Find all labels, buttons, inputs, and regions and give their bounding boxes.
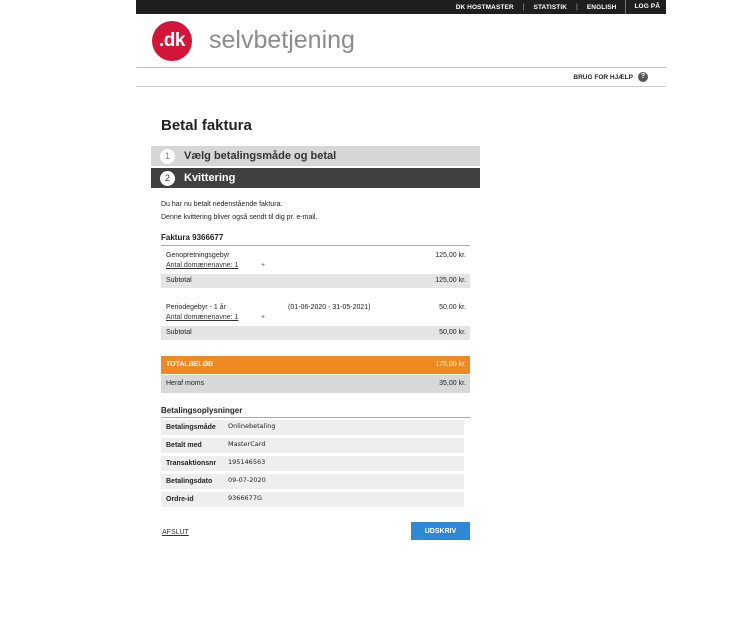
payment-title: Betalingsoplysninger xyxy=(161,406,243,415)
site-name: selvbetjening xyxy=(209,26,355,54)
subtotal-amount: 125,00 kr. xyxy=(435,277,466,284)
info-value: MasterCard xyxy=(228,440,266,448)
vat-amount: 35,00 kr. xyxy=(439,380,466,387)
payment-method-row: Betalingsmåde Onlinebetaling xyxy=(161,420,464,435)
exit-link[interactable]: AFSLUT xyxy=(162,529,189,536)
step-label: Vælg betalingsmåde og betal xyxy=(184,150,337,162)
line-amount: 125,00 kr. xyxy=(435,252,466,259)
line-label: Periodegebyr - 1 år xyxy=(166,304,226,311)
dk-logo[interactable]: .dk xyxy=(152,21,192,61)
actions-bar: AFSLUT UDSKRIV xyxy=(161,522,470,540)
intro-line: Du har nu betalt nedenstående faktura. xyxy=(161,201,283,208)
invoice-title: Faktura 9366677 xyxy=(161,233,224,242)
step-receipt: 2 Kvittering xyxy=(151,168,480,188)
nav-dk-hostmaster[interactable]: DK HOSTMASTER xyxy=(456,4,514,11)
step-number: 2 xyxy=(160,170,175,186)
question-icon: ? xyxy=(638,72,648,82)
subtotal-label: Subtotal xyxy=(166,277,192,284)
nav-statistik[interactable]: STATISTIK xyxy=(534,4,568,11)
subtotal-row: Subtotal 125,00 kr. xyxy=(161,274,470,288)
total-row: TOTALBELØB 175,00 kr. xyxy=(161,356,470,374)
domain-count-link[interactable]: Antal domænenavne: 1 xyxy=(166,314,238,321)
info-key: Transaktionsnr xyxy=(166,460,217,467)
subtotal-label: Subtotal xyxy=(166,329,192,336)
step-label: Kvittering xyxy=(184,172,236,184)
line-label: Genopretningsgebyr xyxy=(166,252,230,259)
info-value: Onlinebetaling xyxy=(228,422,276,430)
help-label: BRUG FOR HJÆLP xyxy=(573,73,633,81)
transaction-row: Transaktionsnr 195146563 xyxy=(161,456,464,471)
subtotal-row: Subtotal 50,00 kr. xyxy=(161,326,470,340)
payment-date-row: Betalingsdato 09-07-2020 xyxy=(161,474,464,489)
login-link[interactable]: LOG PÅ xyxy=(625,0,660,14)
line-amount: 50,00 kr. xyxy=(439,304,466,311)
help-link[interactable]: BRUG FOR HJÆLP ? xyxy=(573,72,648,82)
page-title: Betal faktura xyxy=(161,117,252,134)
info-key: Betalingsmåde xyxy=(166,424,216,431)
divider xyxy=(161,417,470,418)
order-id-row: Ordre-id 9366677G xyxy=(161,492,464,507)
step-number: 1 xyxy=(160,148,175,164)
info-key: Betalt med xyxy=(166,442,202,449)
nav-separator: | xyxy=(576,3,578,11)
nav-english[interactable]: ENGLISH xyxy=(587,4,617,11)
print-button[interactable]: UDSKRIV xyxy=(411,522,470,540)
info-value: 195146563 xyxy=(228,458,266,466)
receipt-intro: Du har nu betalt nedenstående faktura. D… xyxy=(161,198,317,224)
step-choose-payment: 1 Vælg betalingsmåde og betal xyxy=(151,146,480,166)
total-amount: 175,00 kr. xyxy=(435,361,466,368)
intro-line: Denne kvittering bliver også sendt til d… xyxy=(161,214,318,221)
line-period: (01-06-2020 - 31-05-2021) xyxy=(288,304,371,311)
subtotal-amount: 50,00 kr. xyxy=(439,329,466,336)
domain-count-link[interactable]: Antal domænenavne: 1 xyxy=(166,262,238,269)
help-bar: BRUG FOR HJÆLP ? xyxy=(136,68,666,87)
info-key: Betalingsdato xyxy=(166,478,213,485)
expand-plus-icon[interactable]: + xyxy=(261,314,265,321)
info-value: 09-07-2020 xyxy=(228,476,266,484)
info-key: Ordre-id xyxy=(166,496,194,503)
paid-with-row: Betalt med MasterCard xyxy=(161,438,464,453)
vat-row: Heraf moms 35,00 kr. xyxy=(161,375,470,393)
top-navigation-bar: DK HOSTMASTER | STATISTIK | ENGLISH LOG … xyxy=(136,0,666,14)
site-header: .dk selvbetjening xyxy=(136,14,666,68)
total-label: TOTALBELØB xyxy=(166,361,214,368)
nav-separator: | xyxy=(522,3,525,11)
divider xyxy=(161,245,470,246)
expand-plus-icon[interactable]: + xyxy=(261,262,265,269)
info-value: 9366677G xyxy=(228,494,262,502)
vat-label: Heraf moms xyxy=(166,380,205,387)
top-nav: DK HOSTMASTER | STATISTIK | ENGLISH LOG … xyxy=(456,0,660,14)
